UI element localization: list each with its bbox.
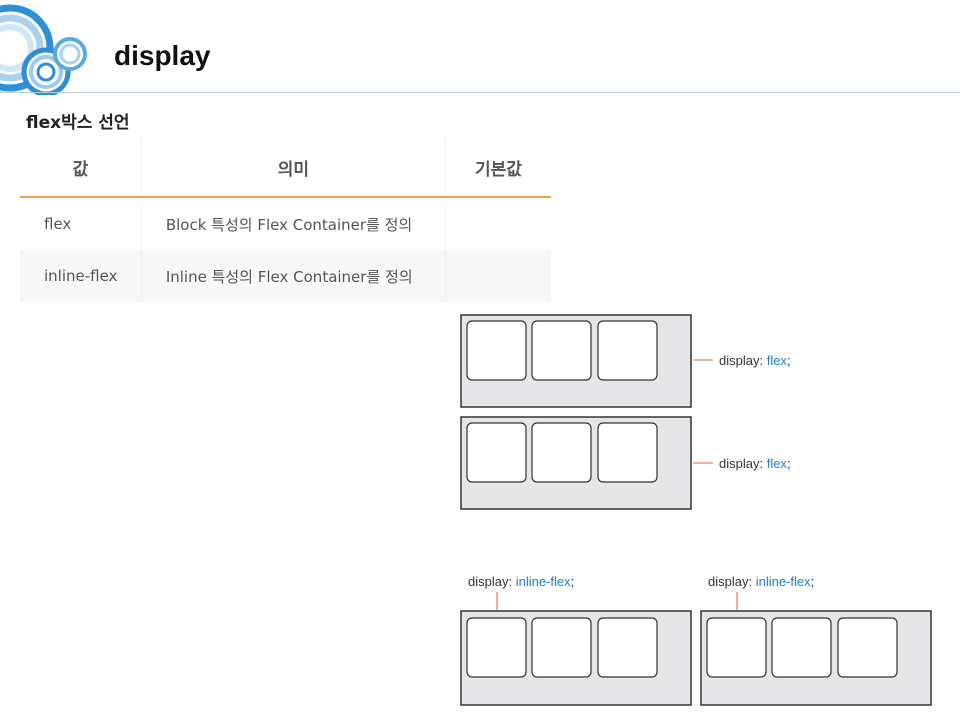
flex-item-box — [466, 617, 527, 678]
flex-item-box — [531, 320, 592, 381]
table-row: flex Block 특성의 Flex Container를 정의 — [20, 197, 551, 250]
inline-flex-container-diagram: display: inline-flex; — [700, 574, 932, 706]
flex-container-diagram: display: flex; — [460, 314, 791, 408]
page-title: display — [114, 40, 211, 71]
flex-layout-diagram: display: flex; display: flex; display: i… — [460, 314, 932, 706]
flex-item-box — [597, 617, 658, 678]
flex-item-box — [597, 320, 658, 381]
section-subtitle: flex박스 선언 — [26, 113, 130, 133]
circles-logo-icon — [0, 4, 87, 95]
title-divider — [0, 92, 960, 93]
flex-item-box — [597, 422, 658, 483]
display-inline-flex-label: display: inline-flex; — [708, 574, 814, 589]
flex-item-box — [466, 422, 527, 483]
flex-item-box — [531, 617, 592, 678]
column-header-default: 기본값 — [444, 138, 551, 198]
table-header-row: 값 의미 기본값 — [20, 138, 551, 198]
table-cell-value: inline-flex — [20, 250, 142, 302]
table-cell-meaning: Block 특성의 Flex Container를 정의 — [140, 197, 446, 250]
flex-item-box — [771, 617, 832, 678]
table-cell-default — [444, 197, 551, 250]
display-flex-label: display: flex; — [719, 456, 791, 471]
table-cell-meaning: Inline 특성의 Flex Container를 정의 — [140, 250, 446, 302]
column-header-value: 값 — [20, 138, 142, 198]
display-flex-label: display: flex; — [719, 353, 791, 368]
display-values-table: 값 의미 기본값 flex Block 특성의 Flex Container를 … — [20, 138, 551, 302]
column-header-meaning: 의미 — [140, 138, 446, 198]
table-cell-value: flex — [20, 197, 142, 250]
flex-item-box — [837, 617, 898, 678]
inline-flex-container-diagram: display: inline-flex; — [460, 574, 692, 706]
table-cell-default — [444, 250, 551, 302]
table-row: inline-flex Inline 특성의 Flex Container를 정… — [20, 250, 551, 302]
flex-item-box — [706, 617, 767, 678]
flex-item-box — [466, 320, 527, 381]
flex-container-diagram: display: flex; — [460, 416, 791, 510]
flex-item-box — [531, 422, 592, 483]
display-inline-flex-label: display: inline-flex; — [468, 574, 574, 589]
